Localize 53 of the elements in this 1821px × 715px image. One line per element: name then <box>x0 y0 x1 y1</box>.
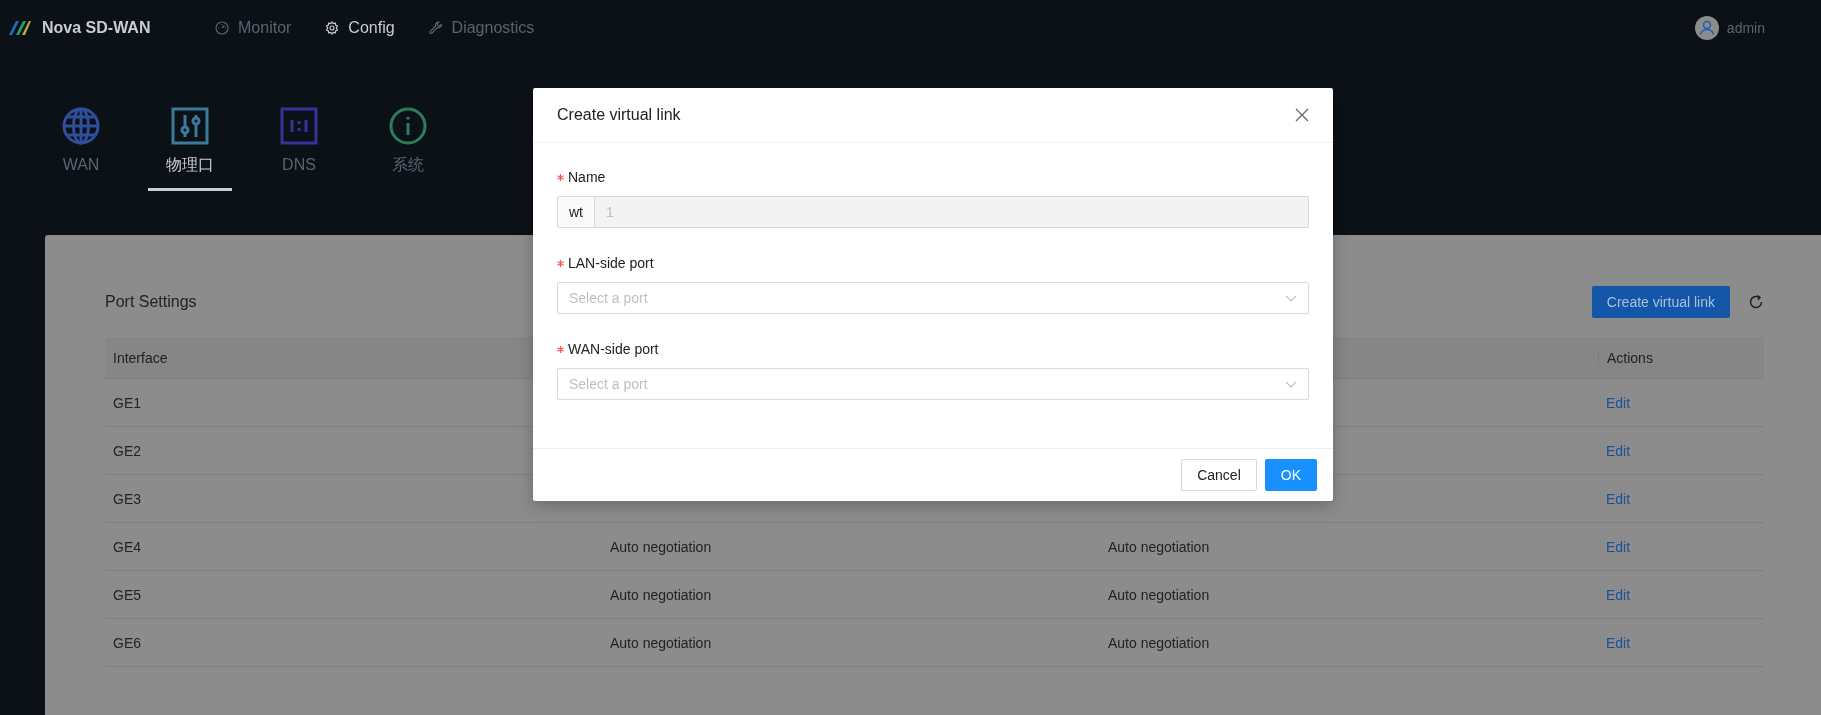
nav-tab[interactable]: Monitor <box>215 19 292 37</box>
globe-icon <box>61 106 101 146</box>
user-name[interactable]: admin <box>1726 20 1765 36</box>
section-tab[interactable]: 系统 <box>366 106 450 191</box>
table-cell: Auto negotiation <box>1108 538 1210 555</box>
user-avatar-icon[interactable] <box>1694 16 1719 40</box>
section-tab[interactable]: WAN <box>39 106 123 191</box>
port-select-field[interactable]: Select a port <box>557 368 1309 400</box>
edit-link[interactable]: Edit <box>1606 394 1631 411</box>
chevron-down-icon <box>1285 294 1297 302</box>
table-cell: Auto negotiation <box>1108 586 1210 603</box>
create-virtual-link-button[interactable]: Create virtual link <box>1591 286 1730 318</box>
info-icon <box>388 106 428 146</box>
table-cell: Auto negotiation <box>610 538 712 555</box>
table-cell: GE3 <box>113 490 141 507</box>
table-cell: Auto negotiation <box>610 586 712 603</box>
edit-link[interactable]: Edit <box>1606 634 1631 651</box>
sliders-icon <box>170 106 210 146</box>
table-cell: GE6 <box>113 634 141 651</box>
close-icon[interactable] <box>1295 108 1309 122</box>
wrench-icon <box>428 21 443 35</box>
dialog-title: Create virtual link <box>557 106 681 124</box>
table-cell: Auto negotiation <box>610 634 712 651</box>
nav-tab[interactable]: Config <box>325 19 395 37</box>
field-label: WAN-side port <box>568 341 659 357</box>
table-cell: GE4 <box>113 538 141 555</box>
column-header: Interface <box>112 349 169 366</box>
input-prefix: wt <box>557 196 595 228</box>
field-label: LAN-side port <box>568 255 654 271</box>
edit-link[interactable]: Edit <box>1606 538 1631 555</box>
brand-name: Nova SD-WAN <box>42 19 151 37</box>
gear-icon <box>325 21 340 35</box>
section-tab[interactable]: DNS <box>257 106 341 191</box>
refresh-icon[interactable] <box>1748 294 1764 310</box>
edit-link[interactable]: Edit <box>1606 586 1631 603</box>
logo-icon <box>8 20 32 36</box>
section-tab[interactable]: 物理口 <box>148 106 232 191</box>
table-cell: GE5 <box>113 586 141 603</box>
table-cell: Auto negotiation <box>1108 634 1210 651</box>
edit-link[interactable]: Edit <box>1606 442 1631 459</box>
edit-link[interactable]: Edit <box>1606 490 1631 507</box>
table-cell: GE2 <box>113 442 141 459</box>
field-label: Name <box>568 169 606 185</box>
chevron-down-icon <box>1285 380 1297 388</box>
column-header: Actions <box>1598 349 1764 366</box>
nav-tab[interactable]: Diagnostics <box>428 19 535 37</box>
gauge-icon <box>215 21 229 35</box>
cancel-button[interactable]: Cancel <box>1181 459 1257 491</box>
table-cell: GE1 <box>113 394 141 411</box>
ok-button[interactable]: OK <box>1264 459 1317 491</box>
card-title: Port Settings <box>105 293 197 311</box>
ratio-icon <box>279 106 319 146</box>
port-select-field[interactable]: Select a port <box>557 282 1309 314</box>
